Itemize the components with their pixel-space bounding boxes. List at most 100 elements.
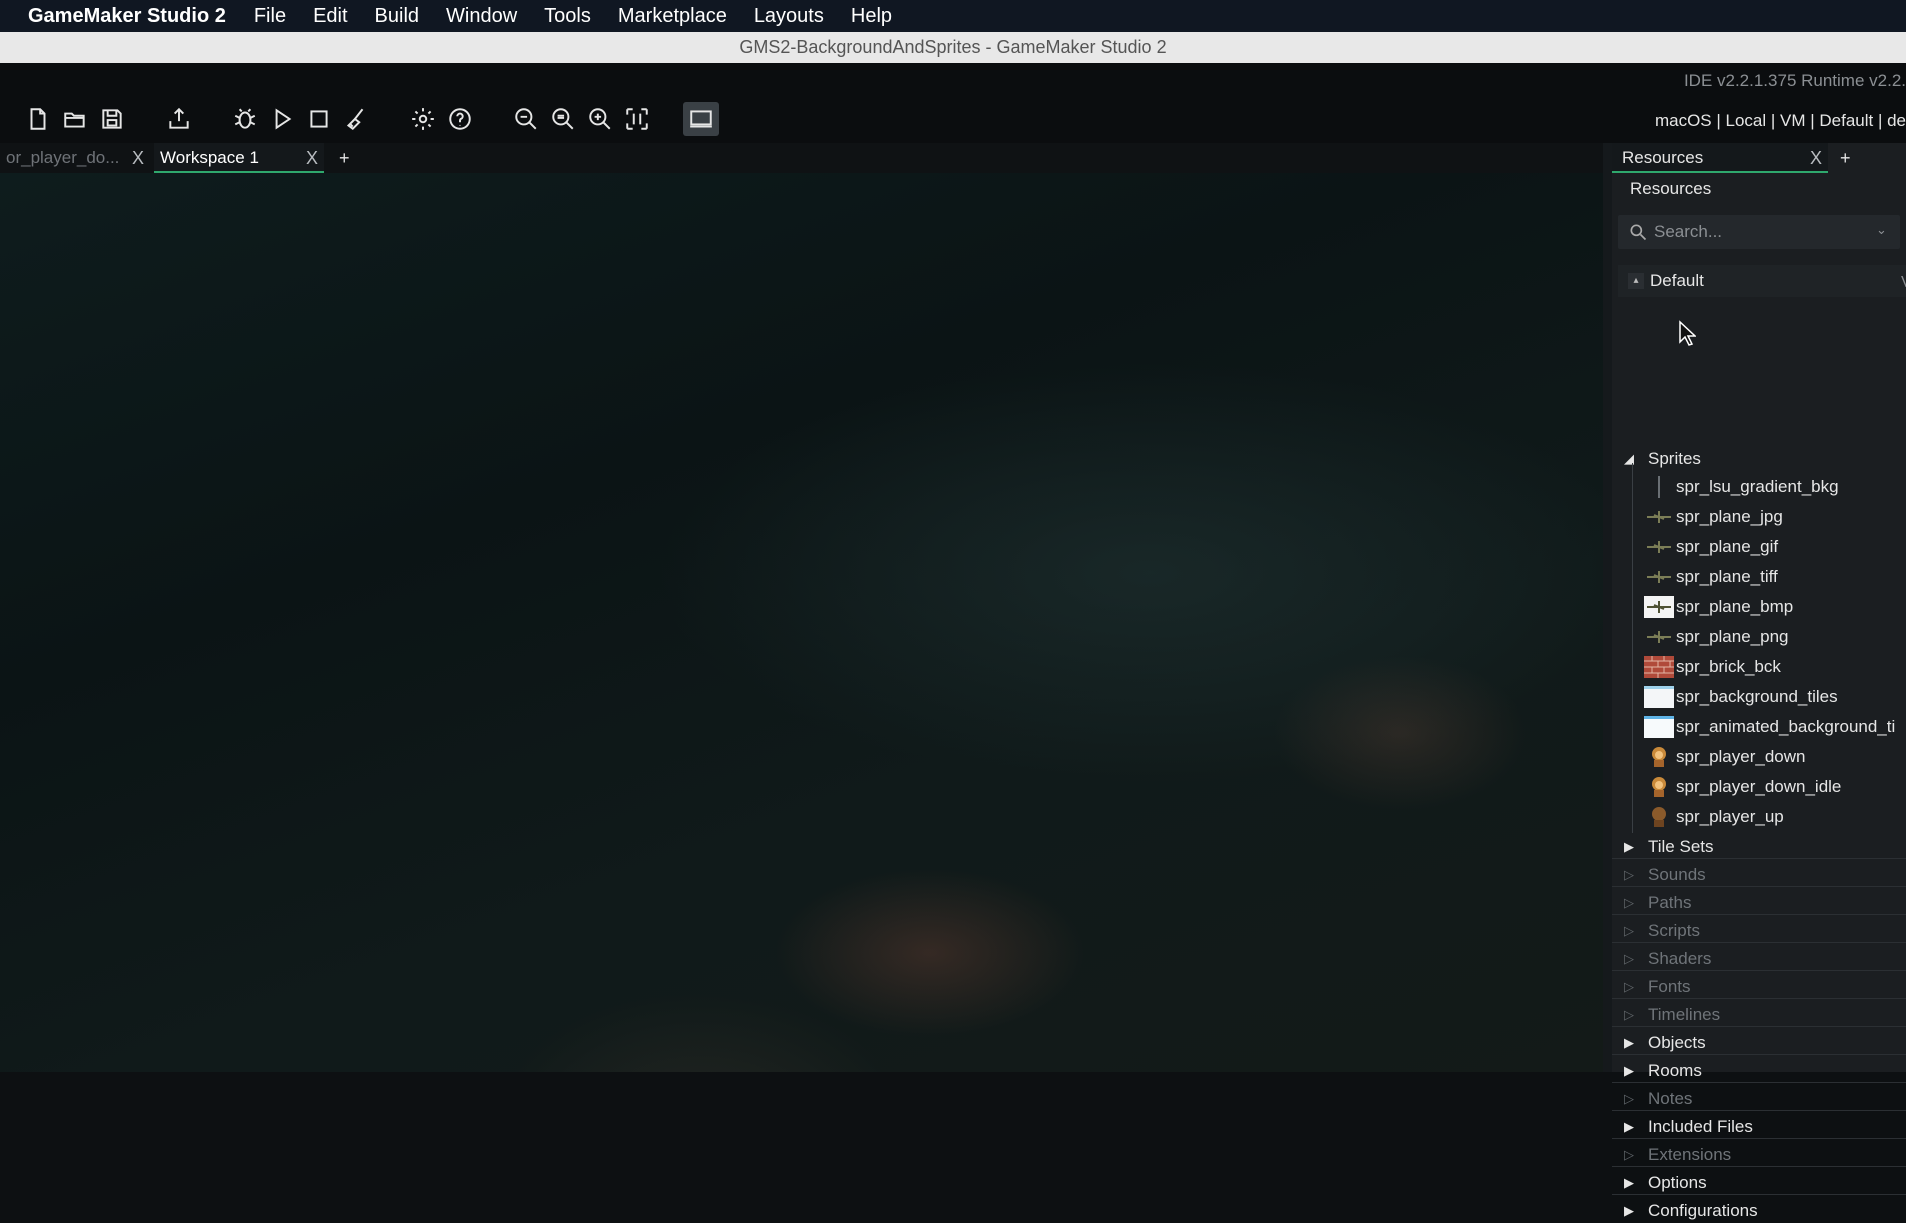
window-title: GMS2-BackgroundAndSprites - GameMaker St… <box>0 32 1906 63</box>
clean-icon[interactable] <box>342 105 370 133</box>
zoom-out-icon[interactable] <box>512 105 540 133</box>
sprite-label: spr_player_up <box>1676 807 1784 826</box>
sprite-label: spr_brick_bck <box>1676 657 1781 676</box>
help-icon[interactable] <box>446 105 474 133</box>
tree-group-rooms[interactable]: ▶ Rooms <box>1612 1059 1906 1083</box>
app-menu[interactable]: GameMaker Studio 2 <box>28 5 226 28</box>
document-tab-bar: or_player_do... X Workspace 1 X + <box>0 143 1603 173</box>
zoom-reset-icon[interactable] <box>549 105 577 133</box>
sprite-item[interactable]: spr_plane_png <box>1612 624 1906 649</box>
expand-arrow-icon[interactable]: ▷ <box>1624 919 1634 943</box>
expand-arrow-icon[interactable]: ▷ <box>1624 863 1634 887</box>
expand-arrow-icon[interactable]: ▶ <box>1624 1171 1634 1195</box>
expand-arrow-icon[interactable]: ▷ <box>1624 1003 1634 1027</box>
tree-group-fonts[interactable]: ▷ Fonts <box>1612 975 1906 999</box>
expand-arrow-icon[interactable]: ▷ <box>1624 1143 1634 1167</box>
menu-edit[interactable]: Edit <box>313 5 347 28</box>
menu-help[interactable]: Help <box>851 5 892 28</box>
group-label: Sounds <box>1648 865 1706 884</box>
resource-search-input[interactable]: Search... ⌄ <box>1618 215 1900 249</box>
workspace-canvas[interactable] <box>0 173 1603 1072</box>
menu-layouts[interactable]: Layouts <box>754 5 824 28</box>
sprite-item[interactable]: spr_lsu_gradient_bkg <box>1612 474 1906 499</box>
chevron-down-icon[interactable]: ⌄ <box>1876 222 1887 238</box>
target-device-icon[interactable] <box>683 102 719 136</box>
expand-arrow-icon[interactable]: ▶ <box>1624 1115 1634 1139</box>
expand-arrow-icon[interactable]: ▷ <box>1624 975 1634 999</box>
close-icon[interactable]: X <box>1810 143 1822 173</box>
save-project-icon[interactable] <box>98 105 126 133</box>
sprite-label: spr_animated_background_ti <box>1676 717 1896 736</box>
game-options-icon[interactable] <box>409 105 437 133</box>
sprite-item[interactable]: spr_player_down_idle <box>1612 774 1906 799</box>
menu-window[interactable]: Window <box>446 5 517 28</box>
tab-workspace-1[interactable]: Workspace 1 X <box>154 143 324 173</box>
zoom-in-icon[interactable] <box>586 105 614 133</box>
tree-group-extensions[interactable]: ▷ Extensions <box>1612 1143 1906 1167</box>
sprite-label: spr_plane_png <box>1676 627 1789 646</box>
expand-arrow-icon[interactable]: ▶ <box>1624 1031 1634 1055</box>
sprite-item[interactable]: spr_plane_gif <box>1612 534 1906 559</box>
sprite-label: spr_plane_tiff <box>1676 567 1778 586</box>
close-icon[interactable]: X <box>306 143 318 173</box>
sprite-item[interactable]: spr_player_up <box>1612 804 1906 829</box>
sprite-thumbnail-icon <box>1658 476 1660 498</box>
expand-arrow-icon[interactable]: ▶ <box>1624 1059 1634 1083</box>
tree-group-shaders[interactable]: ▷ Shaders <box>1612 947 1906 971</box>
expand-arrow-icon[interactable]: ▶ <box>1624 835 1634 859</box>
sprite-label: spr_background_tiles <box>1676 687 1838 706</box>
expand-arrow-icon[interactable]: ▶ <box>1624 1199 1634 1223</box>
menu-bar: GameMaker Studio 2 File Edit Build Windo… <box>0 0 1906 32</box>
expand-arrow-icon[interactable]: ▷ <box>1624 1087 1634 1111</box>
tree-group-scripts[interactable]: ▷ Scripts <box>1612 919 1906 943</box>
plane-thumbnail-icon <box>1647 571 1671 583</box>
sprite-label: spr_player_down_idle <box>1676 777 1842 796</box>
group-label: Included Files <box>1648 1117 1753 1136</box>
stop-icon[interactable] <box>305 105 333 133</box>
filter-default[interactable]: ▴ Default V <box>1618 265 1906 297</box>
expand-arrow-icon[interactable]: ▷ <box>1624 947 1634 971</box>
group-label: Paths <box>1648 893 1692 912</box>
group-label: Shaders <box>1648 949 1712 968</box>
tree-group-tile-sets[interactable]: ▶ Tile Sets <box>1612 835 1906 859</box>
sprite-item[interactable]: spr_player_down <box>1612 744 1906 769</box>
tree-group-objects[interactable]: ▶ Objects <box>1612 1031 1906 1055</box>
target-selector[interactable]: macOS | Local | VM | Default | de <box>1655 111 1906 131</box>
menu-tools[interactable]: Tools <box>544 5 591 28</box>
tree-group-sprites[interactable]: ◢ Sprites <box>1612 447 1906 471</box>
tree-group-timelines[interactable]: ▷ Timelines <box>1612 1003 1906 1027</box>
tree-group-paths[interactable]: ▷ Paths <box>1612 891 1906 915</box>
tree-group-notes[interactable]: ▷ Notes <box>1612 1087 1906 1111</box>
expand-arrow-icon[interactable]: ▷ <box>1624 891 1634 915</box>
new-project-icon[interactable] <box>24 105 52 133</box>
fit-to-window-icon[interactable] <box>623 105 651 133</box>
brick-thumbnail-icon <box>1644 656 1674 678</box>
sprite-item[interactable]: spr_plane_bmp <box>1612 594 1906 619</box>
menu-file[interactable]: File <box>254 5 286 28</box>
menu-build[interactable]: Build <box>375 5 419 28</box>
sprite-item[interactable]: spr_background_tiles <box>1612 684 1906 709</box>
menu-marketplace[interactable]: Marketplace <box>618 5 727 28</box>
tab-label: Resources <box>1622 148 1704 167</box>
tree-group-options[interactable]: ▶ Options <box>1612 1171 1906 1195</box>
create-executable-icon[interactable] <box>165 105 193 133</box>
group-label: Notes <box>1648 1089 1693 1108</box>
tree-group-sounds[interactable]: ▷ Sounds <box>1612 863 1906 887</box>
add-panel-tab-button[interactable]: + <box>1840 143 1851 173</box>
search-placeholder: Search... <box>1654 222 1723 241</box>
tab-resources[interactable]: Resources X <box>1612 143 1828 173</box>
sprite-item[interactable]: spr_animated_background_ti <box>1612 714 1906 739</box>
tab-player-down[interactable]: or_player_do... X <box>0 143 150 173</box>
add-tab-button[interactable]: + <box>339 143 350 173</box>
run-icon[interactable] <box>268 105 296 133</box>
close-icon[interactable]: X <box>132 143 144 173</box>
sprite-item[interactable]: spr_plane_tiff <box>1612 564 1906 589</box>
panel-splitter[interactable] <box>1603 143 1612 1072</box>
tree-group-included-files[interactable]: ▶ Included Files <box>1612 1115 1906 1139</box>
debug-icon[interactable] <box>231 105 259 133</box>
open-project-icon[interactable] <box>61 105 89 133</box>
group-label: Tile Sets <box>1648 837 1714 856</box>
tree-group-configurations[interactable]: ▶ Configurations <box>1612 1199 1906 1223</box>
sprite-item[interactable]: spr_brick_bck <box>1612 654 1906 679</box>
sprite-item[interactable]: spr_plane_jpg <box>1612 504 1906 529</box>
